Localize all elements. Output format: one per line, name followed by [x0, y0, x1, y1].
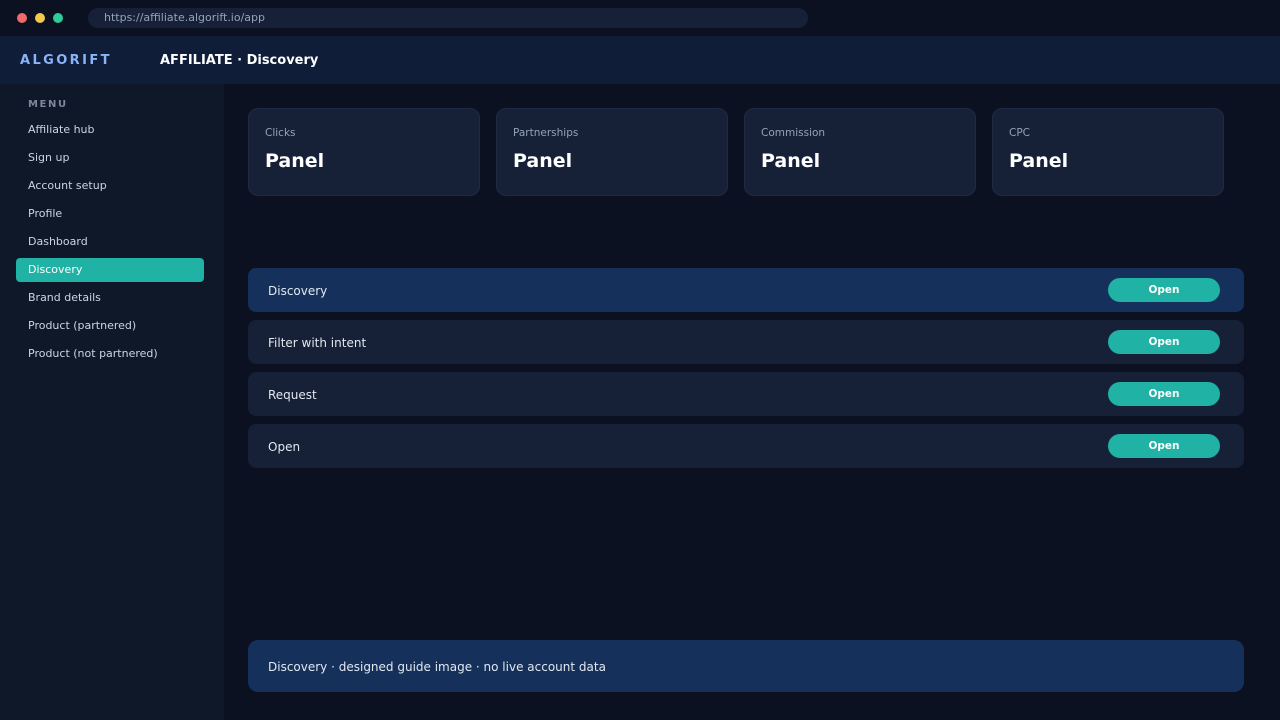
main-content: Clicks Panel Partnerships Panel Commissi…: [224, 84, 1280, 720]
stat-card-label: Partnerships: [513, 127, 579, 139]
stat-card-cpc: CPC Panel: [992, 108, 1224, 196]
stat-card-partnerships: Partnerships Panel: [496, 108, 728, 196]
list-item-label: Open: [268, 440, 301, 454]
stat-card-commission: Commission Panel: [744, 108, 976, 196]
footer-note: Discovery · designed guide image · no li…: [248, 640, 1244, 692]
list-item-label: Filter with intent: [268, 336, 367, 350]
footer-note-text: Discovery · designed guide image · no li…: [268, 660, 606, 674]
sidebar-item-discovery[interactable]: Discovery: [16, 258, 204, 282]
open-button[interactable]: Open: [1108, 278, 1220, 302]
sidebar-item-product-not-partnered[interactable]: Product (not partnered): [16, 342, 204, 366]
brand-logo[interactable]: ALGORIFT: [20, 36, 112, 86]
address-bar[interactable]: https://affiliate.algorift.io/app: [88, 8, 808, 28]
browser-chrome: https://affiliate.algorift.io/app: [0, 0, 1280, 36]
stat-card-value: Panel: [265, 150, 325, 172]
sidebar-item-account-setup[interactable]: Account setup: [16, 174, 204, 198]
minimize-window-icon[interactable]: [35, 13, 45, 23]
list-item-request: Request Open: [248, 372, 1244, 416]
close-window-icon[interactable]: [17, 13, 27, 23]
list-item-label: Request: [268, 388, 317, 402]
stat-card-label: Commission: [761, 127, 826, 139]
list-item-filter-with-intent: Filter with intent Open: [248, 320, 1244, 364]
stat-card-label: Clicks: [265, 127, 296, 139]
page-title: AFFILIATE · Discovery: [160, 53, 319, 68]
open-button[interactable]: Open: [1108, 382, 1220, 406]
sidebar-item-sign-up[interactable]: Sign up: [16, 146, 204, 170]
maximize-window-icon[interactable]: [53, 13, 63, 23]
open-button[interactable]: Open: [1108, 330, 1220, 354]
stat-card-label: CPC: [1009, 127, 1030, 139]
stat-card-value: Panel: [513, 150, 573, 172]
sidebar-item-brand-details[interactable]: Brand details: [16, 286, 204, 310]
sidebar-item-dashboard[interactable]: Dashboard: [16, 230, 204, 254]
sidebar-item-profile[interactable]: Profile: [16, 202, 204, 226]
stat-card-value: Panel: [761, 150, 821, 172]
sidebar-item-affiliate-hub[interactable]: Affiliate hub: [16, 118, 204, 142]
sidebar: MENU Affiliate hub Sign up Account setup…: [0, 84, 224, 720]
stat-card-value: Panel: [1009, 150, 1069, 172]
list-item-discovery: Discovery Open: [248, 268, 1244, 312]
stat-card-clicks: Clicks Panel: [248, 108, 480, 196]
sidebar-item-product-partnered[interactable]: Product (partnered): [16, 314, 204, 338]
list-item-open: Open Open: [248, 424, 1244, 468]
menu-heading: MENU: [28, 99, 68, 110]
app-header: ALGORIFT AFFILIATE · Discovery: [0, 36, 1280, 84]
list-item-label: Discovery: [268, 284, 328, 298]
open-button[interactable]: Open: [1108, 434, 1220, 458]
